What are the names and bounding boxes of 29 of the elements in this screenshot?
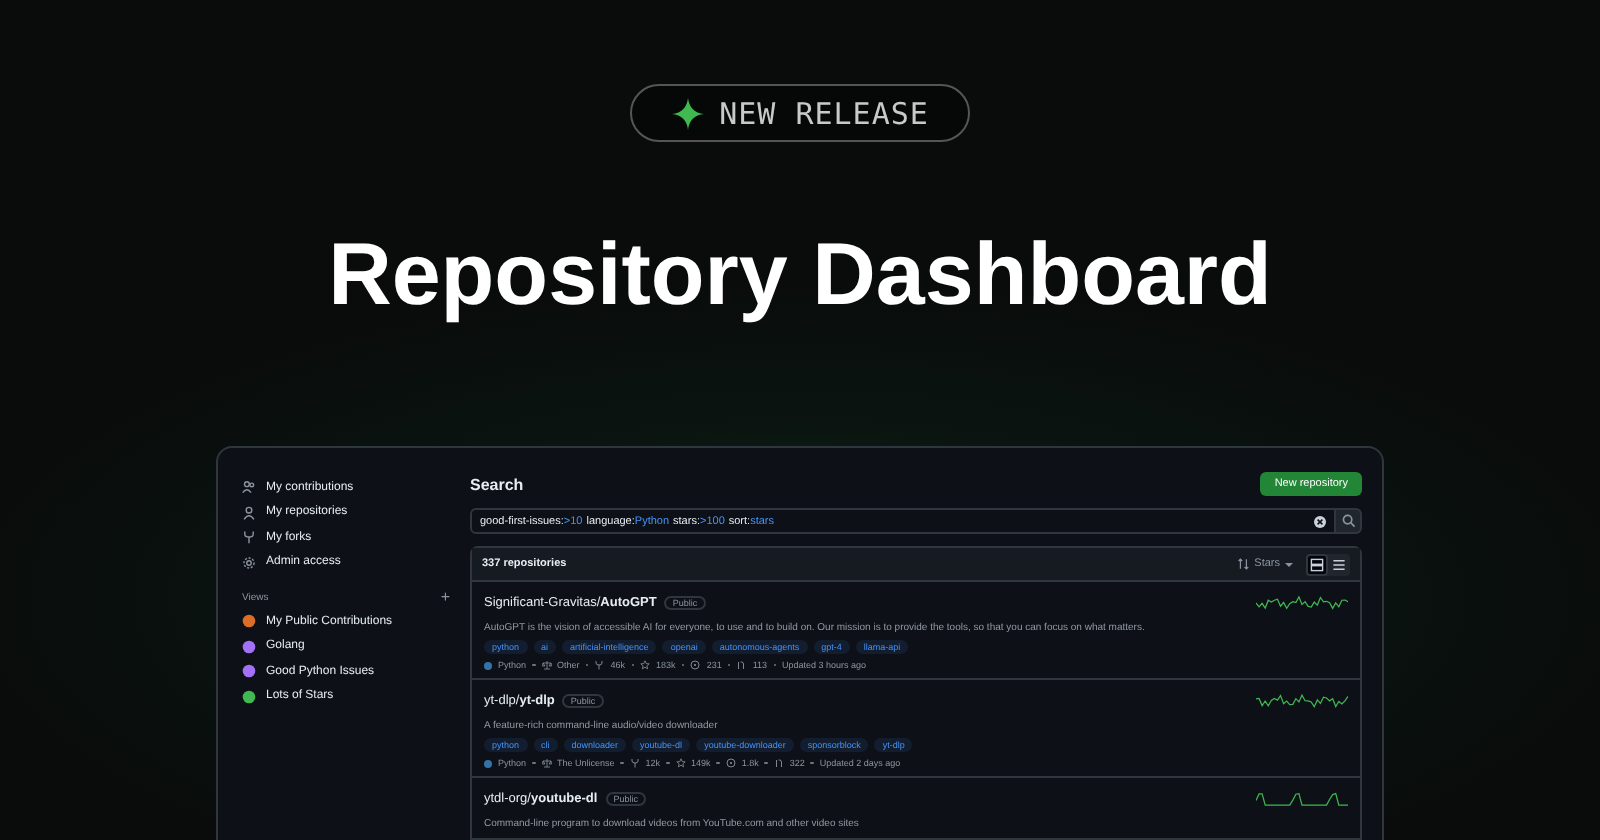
- search-button[interactable]: [1336, 508, 1362, 534]
- person-icon: [242, 505, 256, 520]
- star-icon: [675, 758, 686, 768]
- star-icon: [640, 660, 651, 670]
- law-icon: [541, 758, 552, 768]
- add-view-button[interactable]: +: [440, 590, 450, 606]
- headline: Repository Dashboard: [328, 226, 1272, 326]
- list-icon: [1332, 557, 1346, 571]
- language-dot: [484, 759, 492, 767]
- settings-icon: [242, 555, 256, 570]
- clear-icon[interactable]: [1314, 515, 1326, 527]
- language-dot: [484, 661, 492, 669]
- search-icon: [1341, 514, 1355, 528]
- sort-icon: [1238, 558, 1251, 570]
- cards-icon: [1310, 557, 1324, 571]
- pull-request-icon: [773, 758, 784, 768]
- fork-icon: [242, 530, 256, 545]
- card-view-button[interactable]: [1306, 553, 1328, 575]
- search-title: Search: [470, 475, 524, 493]
- caret-icon: [1284, 559, 1294, 569]
- fork-icon: [629, 758, 640, 768]
- law-icon: [541, 660, 552, 670]
- fork-icon: [594, 660, 605, 670]
- pull-request-icon: [736, 660, 747, 670]
- badge-label: NEW RELEASE: [719, 95, 929, 131]
- sparkle-icon: [671, 97, 704, 129]
- people-icon: [242, 480, 256, 495]
- issue-icon: [690, 660, 701, 670]
- issue-icon: [725, 758, 736, 768]
